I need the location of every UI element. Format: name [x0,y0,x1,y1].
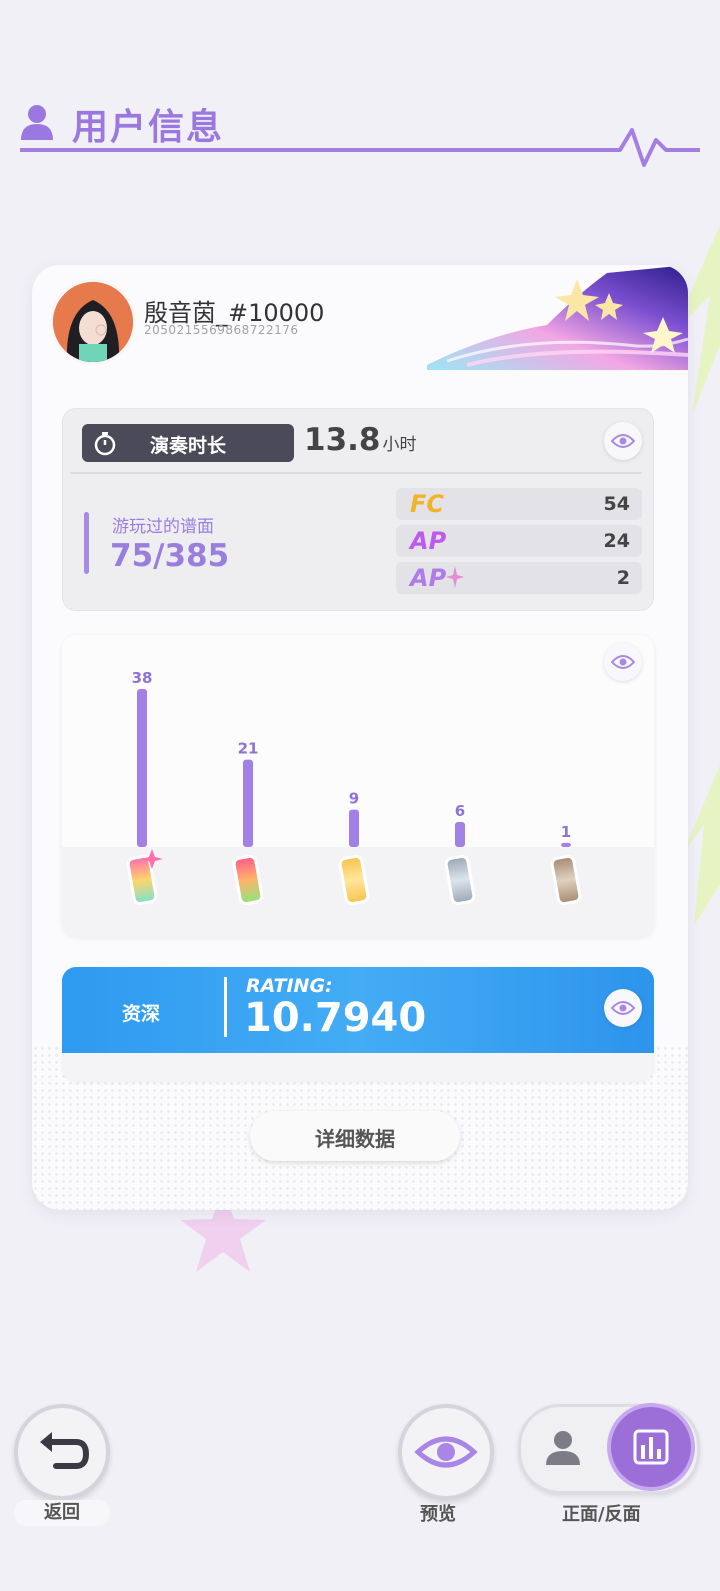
ap-plus-text: AP [410,564,447,592]
bar-4 [561,842,571,847]
ap-label: AP [410,527,447,555]
person-icon [546,1431,580,1465]
can-icon-1 [232,854,264,906]
avatar-image [53,282,133,362]
rating-value: 10.7940 [244,995,427,1041]
can-icon-4 [550,854,582,906]
fc-count: 54 [603,493,630,515]
bar-label-0: 38 [132,669,153,687]
can-icon-3 [444,854,476,906]
rating-rank: 资深 [122,1003,161,1025]
bar-chart: 38 21 9 6 1 [126,669,582,906]
charts-played-value: 75/385 [110,538,230,574]
gold-icon [338,854,370,906]
rating-separator [224,977,227,1037]
stopwatch-icon [94,432,116,456]
play-time-value: 13.8 小时 [304,422,417,458]
back-button[interactable] [14,1404,110,1500]
bar-1 [243,759,253,847]
clear-distribution-chart: 38 21 9 6 1 [62,635,654,937]
stats-visibility-button[interactable] [604,422,642,460]
toggle-label: 正面/反面 [562,1504,641,1525]
silver-icon [444,854,476,906]
eye-icon [611,434,635,448]
galaxy-deco [427,265,688,370]
bar-0 [137,689,147,847]
fc-row: FC 54 [396,488,642,520]
divider [70,472,642,474]
chart-visibility-button[interactable] [604,643,642,681]
bar-label-4: 1 [561,823,571,841]
ap-plus-row: AP 2 [396,562,642,594]
play-stats-panel: 演奏时长 13.8 小时 游玩过的谱面 75/385 FC 54 AP 24 AP… [62,408,654,611]
user-id: 2050215569868722176 [144,323,299,337]
pink-icon [232,854,264,906]
ap-plus-label: AP [410,564,465,592]
rating-panel: 资深 RATING: 10.7940 [62,967,654,1081]
bar-2 [349,809,359,847]
bar-label-2: 9 [349,790,359,808]
details-button[interactable]: 详细数据 [250,1111,460,1161]
play-time-unit: 小时 [382,435,417,455]
can-icon-2 [338,854,370,906]
rating-visibility-button[interactable] [604,989,642,1027]
charts-played-label: 游玩过的谱面 [112,517,214,537]
play-time-pill: 演奏时长 [82,424,294,462]
rating-label: RATING: [246,975,333,997]
details-button-label: 详细数据 [315,1127,395,1151]
bar-3 [455,822,465,847]
avatar[interactable] [50,279,136,365]
ap-count: 24 [603,530,630,552]
toggle-active-knob[interactable] [611,1407,691,1487]
fc-label: FC [410,490,445,518]
bronze-icon [550,854,582,906]
undo-arrow-icon [40,1432,90,1469]
header-heartbeat-line [20,128,700,167]
ap-plus-count: 2 [616,567,630,589]
play-time-label: 演奏时长 [150,435,227,457]
bar-label-3: 6 [455,802,465,820]
eye-icon [611,655,635,669]
front-back-toggle[interactable] [518,1404,700,1494]
preview-label: 预览 [420,1504,456,1525]
back-label: 返回 [14,1500,110,1526]
rating-band: 资深 RATING: 10.7940 [62,967,654,1053]
bar-chart-icon [633,1429,669,1465]
play-time-number: 13.8 [304,422,381,458]
rainbow-icon [126,849,163,906]
eye-icon [611,1001,635,1015]
bar-label-1: 21 [238,740,259,758]
eye-icon [414,1436,478,1468]
preview-button[interactable] [398,1404,494,1500]
ap-row: AP 24 [396,525,642,557]
accent-bar [84,512,89,574]
sparkle-icon [446,566,465,588]
profile-card: 殷音茵_#10000 2050215569868722176 演奏时长 13.8… [32,265,688,1210]
